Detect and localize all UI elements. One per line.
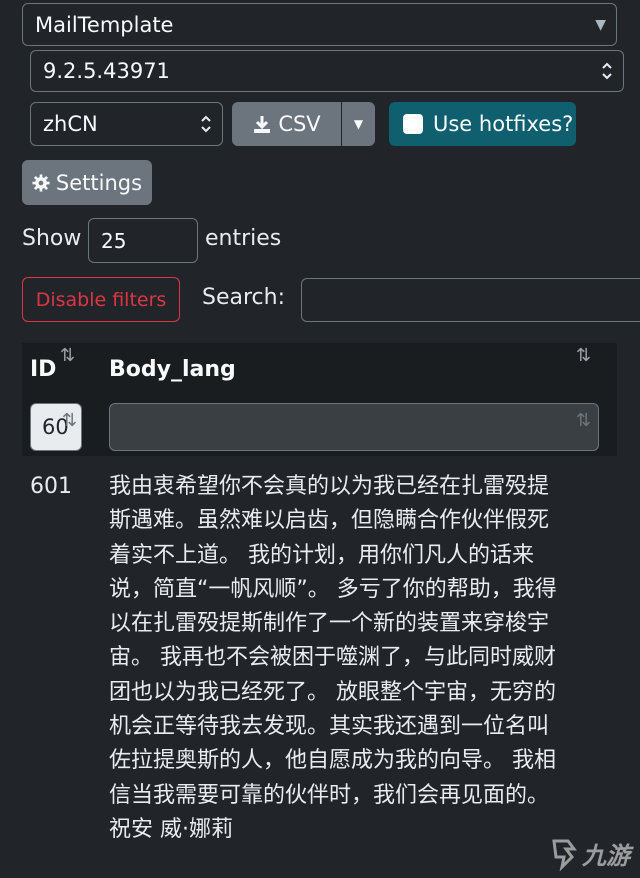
search-label: Search: [202,285,285,310]
csv-button-label: CSV [278,112,321,136]
body-column-filter[interactable] [109,403,599,451]
gear-icon [32,173,50,192]
disable-filters-button[interactable]: Disable filters [22,277,180,322]
column-header-id[interactable]: ID [30,357,56,382]
updown-chevron-icon [201,115,211,133]
csv-download-button[interactable]: CSV [232,102,341,146]
entries-value: 25 [101,228,127,253]
cell-body-lang: 我由衷希望你不会真的以为我已经在扎雷殁提 斯遇难。虽然难以启齿，但隐瞒合作伙伴假… [109,470,619,847]
body-line: 机会正等待我去发现。其实我还遇到一位名叫 [109,714,550,740]
body-line: 以在扎雷殁提斯制作了一个新的装置来穿梭宇 [109,611,550,637]
sort-icon[interactable]: ⇅ [60,345,75,366]
sort-icon: ⇅ [62,410,77,431]
download-icon [254,116,271,133]
table-select[interactable]: MailTemplate ▼ [22,3,617,46]
watermark-logo: 九游 [548,836,630,871]
body-line: 祝安 威·娜莉 [109,816,233,842]
cell-id: 601 [30,474,72,499]
locale-select[interactable]: zhCN [30,102,223,146]
disable-filters-label: Disable filters [35,288,167,311]
hotfix-checkbox[interactable] [403,114,423,134]
body-line: 我由衷希望你不会真的以为我已经在扎雷殁提 [109,474,550,499]
chevron-down-icon: ▼ [595,16,606,33]
entries-label: entries [205,226,282,251]
csv-dropdown-toggle[interactable]: ▼ [342,102,375,146]
search-input[interactable] [301,278,640,322]
body-line: 着实不上道。 我的计划，用你们凡人的话来 [109,542,534,568]
updown-chevron-icon [602,62,612,80]
body-line: 信当我需要可靠的伙伴时，我们会再见面的。 [109,782,550,808]
body-line: 说，简直“一帆风顺”。 多亏了你的帮助，我得 [109,576,557,602]
settings-label: Settings [55,170,143,195]
settings-button[interactable]: Settings [22,160,152,205]
body-line: 斯遇难。虽然难以启齿，但隐瞒合作伙伴假死 [109,508,550,534]
caret-down-icon: ▼ [353,117,364,131]
build-select[interactable]: 9.2.5.43971 [30,50,624,92]
use-hotfixes-toggle[interactable]: Use hotfixes? [389,102,576,146]
build-select-value: 9.2.5.43971 [43,59,170,83]
watermark-text: 九游 [582,842,630,870]
body-line: 团也以为我已经死了。 放眼整个宇宙，无穷的 [109,679,556,705]
column-header-body-lang[interactable]: Body_lang [109,357,236,382]
sort-icon: ⇅ [576,410,591,431]
hotfix-label: Use hotfixes? [433,112,574,136]
table-select-value: MailTemplate [35,12,174,37]
nine-game-logo-icon [552,839,577,871]
body-line: 宙。 我再也不会被困于噬渊了，与此同时威财 [109,645,556,671]
show-label: Show [22,226,82,251]
body-line: 佐拉提奥斯的人，他自愿成为我的向导。 我相 [109,748,556,774]
sort-icon[interactable]: ⇅ [576,345,591,366]
locale-select-value: zhCN [43,112,98,136]
entries-per-page-input[interactable]: 25 [88,218,198,263]
